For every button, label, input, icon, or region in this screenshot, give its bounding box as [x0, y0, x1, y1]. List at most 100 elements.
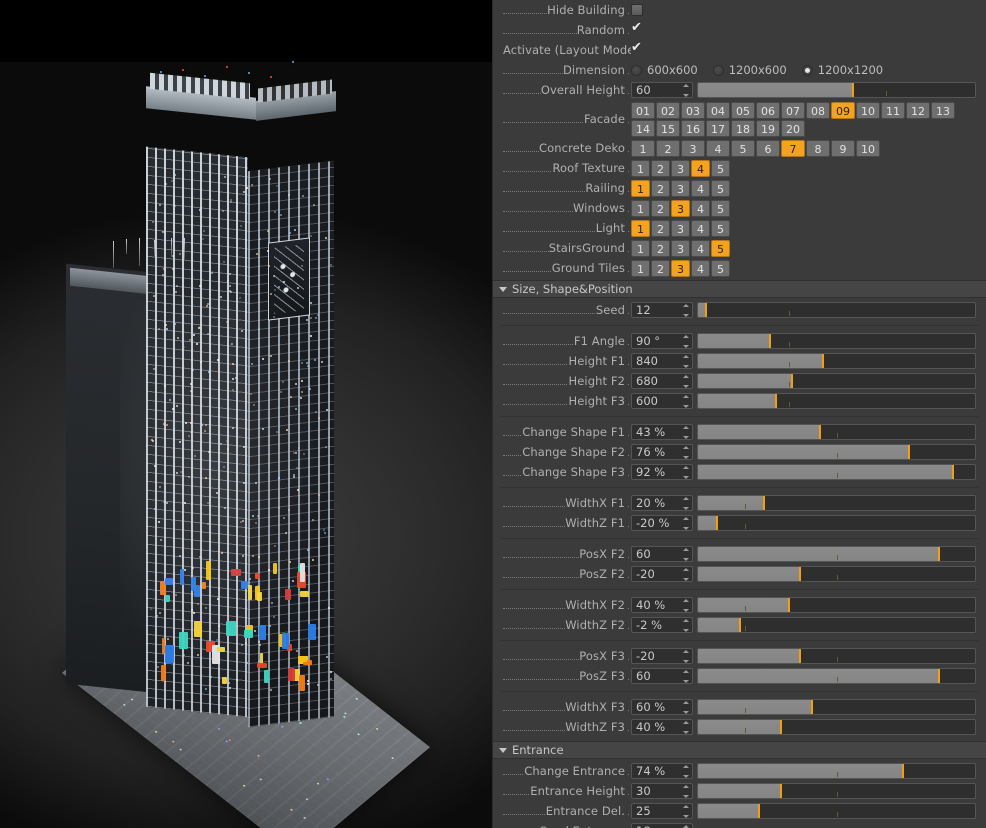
- spinner-arrows-icon[interactable]: [682, 548, 689, 561]
- option-button-railing-4[interactable]: 4: [691, 179, 710, 197]
- option-button-facade-17[interactable]: 17: [706, 119, 730, 137]
- number-field-posz-f2[interactable]: -20: [631, 566, 693, 582]
- spinner-arrows-icon[interactable]: [682, 497, 689, 510]
- slider-handle[interactable]: [951, 465, 954, 479]
- spinner-arrows-icon[interactable]: [682, 517, 689, 530]
- option-button-light-4[interactable]: 4: [691, 219, 710, 237]
- option-button-facade-16[interactable]: 16: [681, 119, 705, 137]
- number-field-seed[interactable]: 12: [631, 302, 693, 318]
- option-button-facade-04[interactable]: 04: [706, 101, 730, 119]
- spinner-arrows-icon[interactable]: [682, 670, 689, 683]
- checkbox-activate-layout-mode[interactable]: [631, 41, 643, 56]
- spinner-arrows-icon[interactable]: [682, 805, 689, 818]
- number-field-overall-height[interactable]: 60: [631, 82, 693, 98]
- spinner-arrows-icon[interactable]: [682, 84, 689, 97]
- spinner-arrows-icon[interactable]: [682, 426, 689, 439]
- option-button-ground-tiles-1[interactable]: 1: [631, 259, 650, 277]
- number-field-posx-f3[interactable]: -20: [631, 648, 693, 664]
- option-button-light-3[interactable]: 3: [671, 219, 690, 237]
- number-field-entrance-height[interactable]: 30: [631, 783, 693, 799]
- slider-handle[interactable]: [852, 83, 855, 97]
- spinner-arrows-icon[interactable]: [682, 599, 689, 612]
- option-button-concrete-deko-9[interactable]: 9: [831, 139, 855, 157]
- number-field-widthz-f1[interactable]: -20 %: [631, 515, 693, 531]
- slider-change-shape-f2[interactable]: [697, 444, 976, 460]
- option-button-facade-01[interactable]: 01: [631, 101, 655, 119]
- option-button-facade-02[interactable]: 02: [656, 101, 680, 119]
- option-button-railing-1[interactable]: 1: [631, 179, 650, 197]
- option-button-roof-texture-2[interactable]: 2: [651, 159, 670, 177]
- option-button-roof-texture-5[interactable]: 5: [711, 159, 730, 177]
- number-field-height-f2[interactable]: 680: [631, 373, 693, 389]
- option-button-concrete-deko-5[interactable]: 5: [731, 139, 755, 157]
- option-button-facade-06[interactable]: 06: [756, 101, 780, 119]
- option-button-light-2[interactable]: 2: [651, 219, 670, 237]
- spinner-arrows-icon[interactable]: [682, 395, 689, 408]
- slider-handle[interactable]: [757, 804, 760, 818]
- 3d-render-viewport[interactable]: [0, 0, 492, 828]
- option-button-concrete-deko-2[interactable]: 2: [656, 139, 680, 157]
- slider-handle[interactable]: [901, 764, 904, 778]
- option-button-facade-10[interactable]: 10: [856, 101, 880, 119]
- option-button-windows-4[interactable]: 4: [691, 199, 710, 217]
- chevron-down-icon[interactable]: [499, 286, 507, 292]
- spinner-arrows-icon[interactable]: [682, 721, 689, 734]
- option-button-light-1[interactable]: 1: [631, 219, 650, 237]
- option-button-facade-19[interactable]: 19: [756, 119, 780, 137]
- option-button-concrete-deko-1[interactable]: 1: [631, 139, 655, 157]
- spinner-arrows-icon[interactable]: [682, 446, 689, 459]
- spinner-arrows-icon[interactable]: [682, 568, 689, 581]
- slider-widthz-f1[interactable]: [697, 515, 976, 531]
- slider-change-entrance[interactable]: [697, 763, 976, 779]
- slider-f1-angle[interactable]: [697, 333, 976, 349]
- section-header-size-shape-position[interactable]: Size, Shape&Position: [493, 280, 986, 298]
- slider-change-shape-f1[interactable]: [697, 424, 976, 440]
- spinner-arrows-icon[interactable]: [682, 701, 689, 714]
- option-button-roof-texture-4[interactable]: 4: [691, 159, 710, 177]
- section-header-entrance[interactable]: Entrance: [493, 741, 986, 759]
- slider-handle[interactable]: [937, 547, 940, 561]
- slider-handle[interactable]: [705, 303, 708, 317]
- option-button-facade-18[interactable]: 18: [731, 119, 755, 137]
- option-button-stairsground-2[interactable]: 2: [651, 239, 670, 257]
- option-button-railing-3[interactable]: 3: [671, 179, 690, 197]
- number-field-entrance-del[interactable]: 25: [631, 803, 693, 819]
- slider-handle[interactable]: [791, 374, 794, 388]
- slider-posz-f2[interactable]: [697, 566, 976, 582]
- option-button-stairsground-4[interactable]: 4: [691, 239, 710, 257]
- option-button-light-5[interactable]: 5: [711, 219, 730, 237]
- slider-handle[interactable]: [780, 720, 783, 734]
- option-button-facade-20[interactable]: 20: [781, 119, 805, 137]
- option-button-facade-05[interactable]: 05: [731, 101, 755, 119]
- option-button-concrete-deko-6[interactable]: 6: [756, 139, 780, 157]
- option-button-windows-3[interactable]: 3: [671, 199, 690, 217]
- slider-change-shape-f3[interactable]: [697, 464, 976, 480]
- option-button-roof-texture-3[interactable]: 3: [671, 159, 690, 177]
- spinner-arrows-icon[interactable]: [682, 304, 689, 317]
- slider-overall-height[interactable]: [697, 82, 976, 98]
- option-button-facade-09[interactable]: 09: [831, 101, 855, 119]
- number-field-change-shape-f3[interactable]: 92 %: [631, 464, 693, 480]
- slider-seed[interactable]: [697, 302, 976, 318]
- slider-handle[interactable]: [780, 784, 783, 798]
- number-field-height-f3[interactable]: 600: [631, 393, 693, 409]
- option-button-concrete-deko-4[interactable]: 4: [706, 139, 730, 157]
- slider-handle[interactable]: [907, 445, 910, 459]
- number-field-widthx-f2[interactable]: 40 %: [631, 597, 693, 613]
- checkbox-random[interactable]: [631, 21, 643, 36]
- number-field-widthx-f3[interactable]: 60 %: [631, 699, 693, 715]
- number-field-seed-entrance[interactable]: 18: [631, 823, 693, 828]
- spinner-arrows-icon[interactable]: [682, 335, 689, 348]
- slider-widthx-f2[interactable]: [697, 597, 976, 613]
- slider-widthz-f3[interactable]: [697, 719, 976, 735]
- number-field-widthx-f1[interactable]: 20 %: [631, 495, 693, 511]
- spinner-arrows-icon[interactable]: [682, 785, 689, 798]
- option-button-facade-03[interactable]: 03: [681, 101, 705, 119]
- option-button-stairsground-3[interactable]: 3: [671, 239, 690, 257]
- slider-entrance-height[interactable]: [697, 783, 976, 799]
- chevron-down-icon[interactable]: [499, 747, 507, 753]
- spinner-arrows-icon[interactable]: [682, 765, 689, 778]
- number-field-posx-f2[interactable]: 60: [631, 546, 693, 562]
- slider-handle[interactable]: [799, 649, 802, 663]
- option-button-facade-08[interactable]: 08: [806, 101, 830, 119]
